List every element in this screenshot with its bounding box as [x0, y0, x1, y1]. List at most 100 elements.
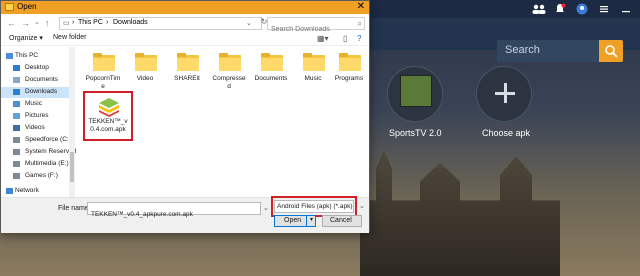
nav-item-label: Multimedia (E:)	[25, 160, 69, 167]
nav-item-music[interactable]: Music	[1, 99, 71, 110]
recent-dropdown-icon[interactable]: ⌄	[34, 17, 40, 29]
emulator-search-label: Search	[505, 44, 540, 56]
nav-item-label: Speedforce (C:)	[25, 136, 71, 143]
address-row: ← → ⌄ ↑ ▭ › This PC › Downloads ⌄ ↻ ⌕	[1, 14, 369, 35]
search-downloads-box[interactable]: ⌕	[267, 17, 365, 35]
close-icon[interactable]: ✕	[357, 1, 365, 13]
nav-item-documents[interactable]: Documents	[1, 75, 71, 86]
nav-item-games-f[interactable]: Games (F:)	[1, 171, 71, 182]
file-type-dropdown-icon[interactable]: ⌄	[359, 202, 365, 210]
emulator-search[interactable]: Search	[497, 40, 623, 62]
folder-icon	[303, 53, 325, 71]
file-name-dropdown-icon[interactable]: ⌄	[263, 204, 269, 212]
file-name-field[interactable]	[87, 202, 261, 220]
folder-icon	[177, 53, 199, 71]
nav-item-network[interactable]: Network	[1, 186, 71, 197]
drive-icon	[13, 173, 20, 179]
apk-file-label: TEKKEN™_v 0.4.com.apk	[88, 118, 128, 133]
folder-icon	[261, 53, 283, 71]
nav-item-label: Music	[25, 100, 42, 107]
folder-icon	[135, 53, 157, 71]
apk-file-tekken[interactable]: TEKKEN™_v 0.4.com.apk	[83, 91, 133, 141]
file-name-input[interactable]	[88, 209, 260, 220]
nav-item-videos[interactable]: Videos	[1, 123, 71, 134]
address-dropdown-icon[interactable]: ⌄	[246, 19, 252, 27]
folder-icon	[219, 53, 241, 71]
navigation-scrollbar[interactable]	[69, 47, 75, 197]
dialog-titlebar: Open ✕	[1, 1, 369, 14]
open-split-dropdown-icon[interactable]: ▾	[306, 215, 316, 227]
breadcrumb-this-pc[interactable]: This PC	[78, 19, 103, 26]
dialog-toolbar: Organize ▾ New folder ▦▾ ▯ ?	[1, 32, 369, 46]
plus-icon	[495, 83, 515, 103]
videos-icon	[13, 125, 20, 131]
forward-arrow-icon[interactable]: →	[21, 17, 30, 29]
music-icon	[13, 101, 20, 107]
open-button-label: Open	[284, 217, 302, 224]
nav-item-speedforce-c[interactable]: Speedforce (C:)	[1, 135, 71, 146]
users-icon[interactable]	[532, 2, 546, 14]
pictures-icon	[13, 113, 20, 119]
file-type-select[interactable]: Android Files (apk) (*.apk)	[274, 200, 354, 213]
nav-item-label: Downloads	[25, 88, 58, 95]
search-icon: ⌕	[357, 19, 362, 28]
nav-item-label: Documents	[25, 76, 58, 83]
downloads-icon	[13, 89, 20, 95]
choose-apk-label: Choose apk	[482, 128, 531, 138]
back-arrow-icon[interactable]: ←	[7, 17, 16, 29]
emulator-search-button[interactable]	[599, 40, 623, 62]
pc-icon: ▭	[63, 20, 70, 27]
address-bar[interactable]: ▭ › This PC › Downloads ⌄	[59, 17, 262, 30]
nav-item-label: Games (F:)	[25, 172, 58, 179]
folder-item-video[interactable]: Video	[122, 49, 168, 95]
folder-item-shareit[interactable]: SHAREit	[164, 49, 210, 95]
dialog-title: Open	[17, 2, 37, 11]
up-arrow-icon[interactable]: ↑	[45, 17, 50, 29]
view-options-icon[interactable]: ▦▾	[317, 34, 329, 43]
menu-icon[interactable]	[598, 2, 610, 14]
folder-icon	[93, 53, 115, 71]
help-icon[interactable]: ?	[357, 34, 361, 43]
nav-item-label: This PC	[15, 52, 39, 59]
folder-item-compressed[interactable]: Compresse d	[206, 49, 252, 95]
nav-item-system-reserved[interactable]: System Reserved	[1, 147, 76, 158]
nav-item-label: Pictures	[25, 112, 49, 119]
nav-item-pictures[interactable]: Pictures	[1, 111, 71, 122]
open-file-dialog: Open ✕ ← → ⌄ ↑ ▭ › This PC › Downloads ⌄…	[0, 0, 372, 233]
new-folder-button[interactable]: New folder	[53, 34, 86, 41]
sportstv-label: SportsTV 2.0	[389, 128, 442, 138]
folder-label: SHAREit	[174, 75, 200, 82]
network-icon	[6, 188, 13, 194]
nav-item-this-pc[interactable]: This PC	[1, 51, 71, 62]
folder-label: PopcornTim e	[85, 75, 121, 90]
breadcrumb-separator: ›	[106, 19, 109, 26]
account-icon[interactable]	[576, 2, 588, 15]
folder-item-programs[interactable]: Programs	[326, 49, 372, 95]
folder-label: Programs	[334, 75, 364, 82]
castle-wallpaper	[360, 150, 560, 276]
folder-item-documents[interactable]: Documents	[248, 49, 294, 95]
preview-pane-icon[interactable]: ▯	[343, 34, 347, 43]
breadcrumb-downloads[interactable]: Downloads	[113, 19, 148, 26]
folder-item-popcorntime[interactable]: PopcornTim e	[80, 49, 126, 95]
documents-icon	[13, 77, 20, 83]
minimize-icon[interactable]	[620, 2, 632, 14]
sportstv-app-tile[interactable]	[387, 66, 443, 122]
navigation-pane: This PC Desktop Documents Downloads Musi…	[1, 47, 76, 197]
cancel-button-label: Cancel	[330, 217, 352, 224]
scrollbar-thumb[interactable]	[70, 152, 74, 182]
nav-item-multimedia-e[interactable]: Multimedia (E:)	[1, 159, 71, 170]
folder-label: Compresse d	[212, 75, 246, 90]
organize-menu[interactable]: Organize ▾	[9, 34, 43, 42]
file-type-value: Android Files (apk) (*.apk)	[277, 203, 353, 210]
bluestacks-apk-icon	[99, 98, 119, 117]
nav-item-downloads[interactable]: Downloads	[1, 87, 71, 98]
notification-icon[interactable]	[554, 2, 566, 14]
file-name-label: File name:	[58, 205, 91, 212]
search-icon	[605, 45, 618, 58]
cancel-button[interactable]: Cancel	[322, 215, 362, 227]
nav-item-desktop[interactable]: Desktop	[1, 63, 71, 74]
sportstv-app-icon	[400, 75, 432, 107]
drive-icon	[13, 161, 20, 167]
choose-apk-tile[interactable]	[476, 66, 532, 122]
